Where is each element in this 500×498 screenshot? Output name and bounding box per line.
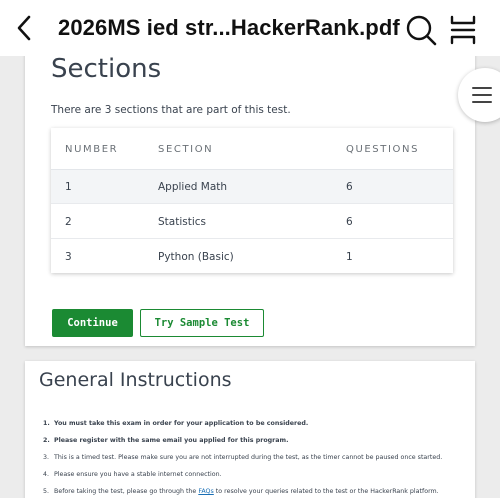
item-text-before: Before taking the test, please go throug… [54,488,199,495]
sections-heading: Sections [51,54,162,84]
item-text: Please ensure you have a stable internet… [54,471,222,478]
try-sample-test-button[interactable]: Try Sample Test [140,309,264,337]
table-row: 1 Applied Math 6 [51,170,453,204]
sections-table: NUMBER SECTION QUESTIONS 1 Applied Math … [51,128,453,273]
row-number: 3 [65,251,72,263]
search-button[interactable] [404,13,438,47]
item-text: Please register with the same email you … [54,437,289,444]
instructions-card: General Instructions 1. You must take thi… [25,361,475,498]
instructions-list: 1. You must take this exam in order for y… [43,415,468,498]
row-section: Python (Basic) [158,251,234,263]
back-button[interactable] [10,12,38,44]
row-number: 2 [65,216,72,228]
list-item: 5. Before taking the test, please go thro… [43,483,468,498]
column-header-questions: QUESTIONS [346,144,420,155]
list-item: 2. Please register with the same email yo… [43,432,468,449]
list-item: 1. You must take this exam in order for y… [43,415,468,432]
row-questions: 6 [346,216,353,228]
instructions-heading: General Instructions [39,369,232,391]
row-section: Statistics [158,216,206,228]
document-title: 2026MS ied str...HackerRank.pdf [58,15,400,40]
row-questions: 6 [346,181,353,193]
item-number: 3. [43,454,50,461]
table-header: NUMBER SECTION QUESTIONS [51,128,453,170]
row-number: 1 [65,181,72,193]
row-section: Applied Math [158,181,228,193]
chevron-left-icon [17,15,31,41]
search-icon [406,15,437,46]
row-questions: 1 [346,251,353,263]
table-row: 2 Statistics 6 [51,205,453,239]
item-text: You must take this exam in order for you… [54,420,309,427]
reader-mode-icon [450,15,476,45]
continue-button[interactable]: Continue [52,309,133,337]
column-header-number: NUMBER [65,144,119,155]
viewer-toolbar: 2026MS ied str...HackerRank.pdf [0,0,500,56]
item-number: 2. [43,437,50,444]
item-text: This is a timed test. Please make sure y… [54,454,443,461]
reader-mode-button[interactable] [446,13,480,47]
column-header-section: SECTION [158,144,214,155]
list-item: 3. This is a timed test. Please make sure… [43,449,468,466]
item-text-after: to resolve your queries related to the t… [213,488,439,495]
item-number: 4. [43,471,50,478]
item-number: 1. [43,420,50,427]
table-row: 3 Python (Basic) 1 [51,240,453,274]
list-item: 4. Please ensure you have a stable intern… [43,466,468,483]
item-number: 5. [43,488,50,495]
sections-description: There are 3 sections that are part of th… [51,104,291,116]
faqs-link[interactable]: FAQs [198,488,213,495]
sections-card: Sections There are 3 sections that are p… [25,40,475,346]
